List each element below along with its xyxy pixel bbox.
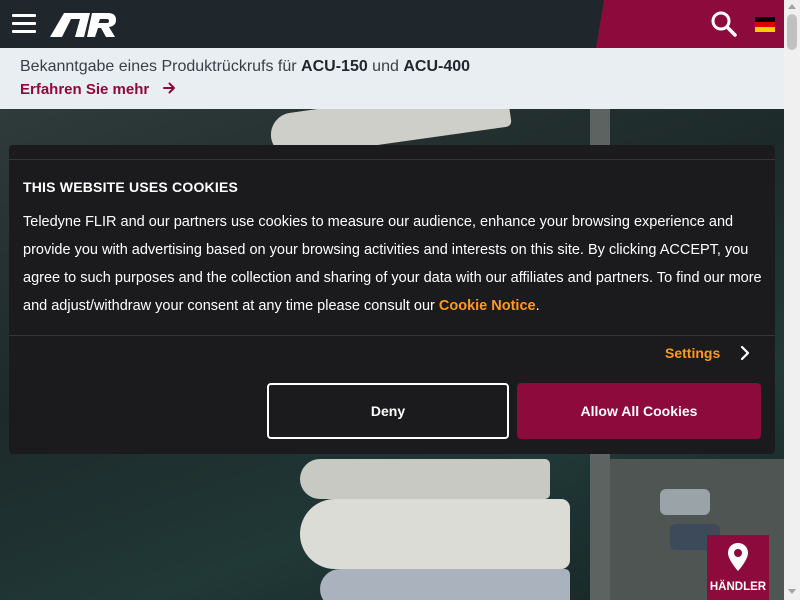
announcement-prefix: Bekanntgabe eines Produktrückrufs für [20,58,302,75]
recall-announcement-bar: Bekanntgabe eines Produktrückrufs für AC… [0,48,784,109]
scroll-up-arrow-icon[interactable] [788,4,796,9]
cookie-title: THIS WEBSITE USES COOKIES [23,179,239,195]
divider [9,159,775,160]
announcement-text: Bekanntgabe eines Produktrückrufs für AC… [20,58,470,76]
product-name: ACU-150 [301,58,368,75]
boat-shape [300,499,570,569]
cookie-body-text: Teledyne FLIR and our partners use cooki… [23,214,762,314]
deny-button[interactable]: Deny [267,383,509,439]
brand-logo[interactable] [50,13,116,37]
learn-more-link[interactable]: Erfahren Sie mehr [20,81,176,98]
hamburger-icon[interactable] [12,14,36,34]
learn-more-label: Erfahren Sie mehr [20,81,150,98]
german-flag-icon[interactable] [755,17,775,32]
cookie-body-end: . [535,298,540,314]
boat-shape [320,569,570,600]
cookie-description: Teledyne FLIR and our partners use cooki… [23,208,763,320]
boat-shape [300,459,550,499]
arrow-right-icon [163,82,176,94]
dealer-label: HÄNDLER [709,581,767,593]
site-header [0,0,784,48]
chevron-right-icon[interactable] [738,344,752,362]
allow-all-cookies-button[interactable]: Allow All Cookies [517,383,761,439]
divider [9,335,775,336]
product-name: ACU-400 [403,58,471,75]
dealer-locator-button[interactable]: HÄNDLER [707,535,769,600]
announcement-connector: und [367,58,404,75]
map-pin-icon [728,543,748,571]
car-shape [660,489,710,515]
search-icon[interactable] [710,10,738,38]
scroll-thumb[interactable] [787,14,797,50]
page-scrollbar[interactable] [784,0,800,600]
settings-link[interactable]: Settings [665,345,720,361]
scroll-down-arrow-icon[interactable] [788,589,796,594]
cookie-notice-link[interactable]: Cookie Notice [439,298,536,314]
cookie-consent-dialog: THIS WEBSITE USES COOKIES Teledyne FLIR … [9,145,775,454]
